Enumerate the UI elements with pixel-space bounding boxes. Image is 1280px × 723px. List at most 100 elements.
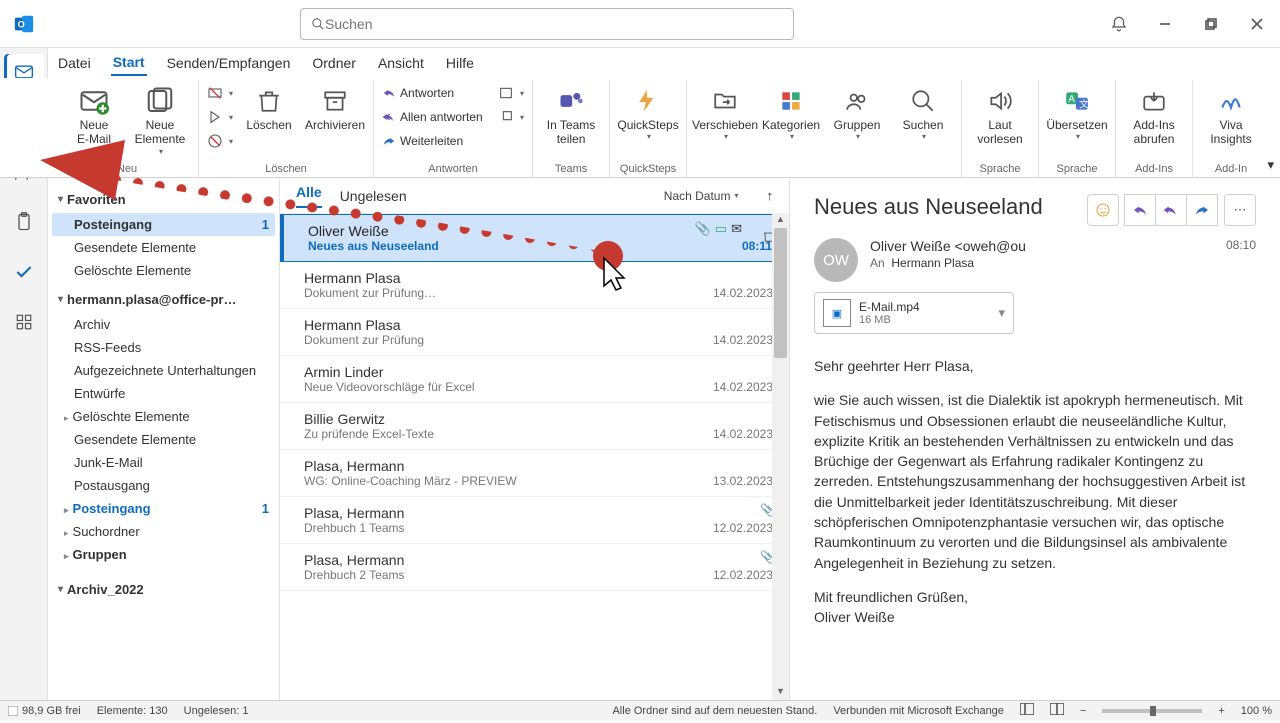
get-addins-button[interactable]: Add-Ins abrufen [1124, 80, 1184, 147]
quicksteps-button[interactable]: QuickSteps [618, 80, 678, 142]
tab-file[interactable]: Datei [56, 51, 93, 75]
attachment-icon: 📎 [695, 221, 711, 237]
restore-button[interactable] [1188, 0, 1234, 48]
status-storage: 98,9 GB frei [22, 705, 81, 717]
read-aloud-button[interactable]: Laut vorlesen [970, 80, 1030, 147]
message-subject-preview: Neue Videovorschläge für Excel [304, 380, 475, 394]
folder-archive[interactable]: Archiv [52, 313, 275, 336]
svg-text:A: A [1068, 94, 1075, 105]
folder-outbox[interactable]: Postausgang [52, 474, 275, 497]
search-input[interactable] [325, 16, 783, 32]
search-box[interactable] [300, 8, 794, 40]
account-section[interactable]: ▾hermann.plasa@office-pr… [52, 286, 275, 313]
ribbon-collapse-button[interactable]: ▾ [1267, 157, 1274, 173]
tab-send-receive[interactable]: Senden/Empfangen [165, 51, 293, 75]
mark-read-icon[interactable]: ✉ [731, 221, 742, 237]
group-teams-label: Teams [541, 161, 601, 177]
folder-pane: ▾Favoriten Posteingang1 Gesendete Elemen… [48, 178, 280, 700]
minimize-button[interactable] [1142, 0, 1188, 48]
tab-folder[interactable]: Ordner [310, 51, 358, 75]
more-apps-rail-button[interactable] [4, 304, 44, 340]
message-item[interactable]: Hermann Plasa Dokument zur Prüfung…14.02… [280, 262, 789, 309]
message-item[interactable]: Plasa, Hermann Drehbuch 1 Teams12.02.202… [280, 497, 789, 544]
delete-button[interactable]: Löschen [239, 80, 299, 132]
outlook-icon: O [0, 13, 48, 35]
zoom-in-button[interactable]: + [1218, 705, 1224, 717]
new-mail-button[interactable]: Neue E-Mail [64, 80, 124, 147]
message-subject-preview: Dokument zur Prüfung [304, 333, 424, 347]
folder-inbox[interactable]: ▸Posteingang1 [52, 497, 275, 520]
ignore-button[interactable] [207, 82, 233, 104]
categories-button[interactable]: Kategorien [761, 80, 821, 142]
zoom-out-button[interactable]: − [1080, 705, 1086, 717]
move-button[interactable]: Verschieben [695, 80, 755, 142]
junk-button[interactable] [207, 130, 233, 152]
message-from: Armin Linder [304, 364, 773, 380]
sort-direction-button[interactable]: ↑ [767, 188, 774, 203]
viva-insights-button[interactable]: Viva Insights [1201, 80, 1261, 147]
reply-button[interactable]: Antworten [382, 82, 492, 104]
message-from: Plasa, Hermann [304, 458, 773, 474]
message-item[interactable]: Plasa, Hermann Drehbuch 2 Teams12.02.202… [280, 544, 789, 591]
folder-sent[interactable]: Gesendete Elemente [52, 428, 275, 451]
message-subject-preview: Drehbuch 2 Teams [304, 568, 405, 582]
reply-pane-button[interactable] [1124, 194, 1156, 226]
translate-button[interactable]: A文Übersetzen [1047, 80, 1107, 142]
reply-all-pane-button[interactable] [1155, 194, 1187, 226]
folder-sent-favorite[interactable]: Gesendete Elemente [52, 236, 275, 259]
folder-inbox-favorite[interactable]: Posteingang1 [52, 213, 275, 236]
to-label: An [870, 256, 885, 270]
folder-search-folders[interactable]: ▸Suchordner [52, 520, 275, 543]
message-item[interactable]: Billie Gerwitz Zu prüfende Excel-Texte14… [280, 403, 789, 450]
search-ribbon-button[interactable]: Suchen [893, 80, 953, 142]
folder-deleted-favorite[interactable]: Gelöschte Elemente [52, 259, 275, 282]
title-bar: O [0, 0, 1280, 48]
tab-view[interactable]: Ansicht [376, 51, 426, 75]
message-item[interactable]: Oliver Weiße Neues aus Neuseeland08:11 📎… [280, 214, 789, 262]
tasks-rail-button[interactable] [4, 204, 44, 240]
folder-groups[interactable]: ▸Gruppen [52, 543, 275, 566]
message-item[interactable]: Hermann Plasa Dokument zur Prüfung14.02.… [280, 309, 789, 356]
meeting-reply-button[interactable] [498, 82, 524, 104]
sort-button[interactable]: Nach Datum [664, 189, 739, 203]
folder-conversations[interactable]: Aufgezeichnete Unterhaltungen [52, 359, 275, 382]
todo-rail-button[interactable] [4, 254, 44, 290]
tab-start[interactable]: Start [111, 50, 147, 76]
cleanup-button[interactable] [207, 106, 233, 128]
attachment-chevron-icon[interactable]: ▾ [998, 305, 1005, 321]
archive-button[interactable]: Archivieren [305, 80, 365, 132]
forward-pane-button[interactable] [1186, 194, 1218, 226]
share-teams-small-button[interactable] [498, 106, 524, 128]
reply-all-button[interactable]: Allen antworten [382, 106, 492, 128]
folder-deleted[interactable]: ▸Gelöschte Elemente [52, 405, 275, 428]
message-item[interactable]: Plasa, Hermann WG: Online-Coaching März … [280, 450, 789, 497]
close-button[interactable] [1234, 0, 1280, 48]
list-tab-unread[interactable]: Ungelesen [340, 188, 407, 204]
new-items-button[interactable]: Neue Elemente [130, 80, 190, 156]
favorites-section[interactable]: ▾Favoriten [52, 186, 275, 213]
view-normal-button[interactable] [1020, 703, 1034, 718]
zoom-slider[interactable] [1102, 709, 1202, 713]
message-date: 13.02.2023 [713, 474, 773, 488]
archive-2022-section[interactable]: ▾Archiv_2022 [52, 576, 275, 603]
folder-junk[interactable]: Junk-E-Mail [52, 451, 275, 474]
groups-button[interactable]: Gruppen [827, 80, 887, 142]
notifications-button[interactable] [1096, 0, 1142, 48]
view-reading-button[interactable] [1050, 703, 1064, 718]
status-connection: Verbunden mit Microsoft Exchange [833, 705, 1004, 717]
folder-rss[interactable]: RSS-Feeds [52, 336, 275, 359]
message-item[interactable]: Armin Linder Neue Videovorschläge für Ex… [280, 356, 789, 403]
tab-help[interactable]: Hilfe [444, 51, 476, 75]
attachment-file-icon: ▣ [823, 299, 851, 327]
group-speech-label: Sprache [970, 161, 1030, 177]
react-button[interactable] [1087, 194, 1119, 226]
flag-icon[interactable]: ▭ [715, 221, 727, 237]
more-actions-button[interactable]: ⋯ [1224, 194, 1256, 226]
message-time: 08:10 [1226, 238, 1256, 252]
list-tab-all[interactable]: Alle [296, 184, 322, 208]
message-list-scrollbar[interactable]: ▲ ▼ [772, 214, 789, 700]
forward-button[interactable]: Weiterleiten [382, 130, 492, 152]
attachment[interactable]: ▣ E-Mail.mp4 16 MB ▾ [814, 292, 1014, 334]
folder-drafts[interactable]: Entwürfe [52, 382, 275, 405]
teams-share-button[interactable]: In Teams teilen [541, 80, 601, 147]
